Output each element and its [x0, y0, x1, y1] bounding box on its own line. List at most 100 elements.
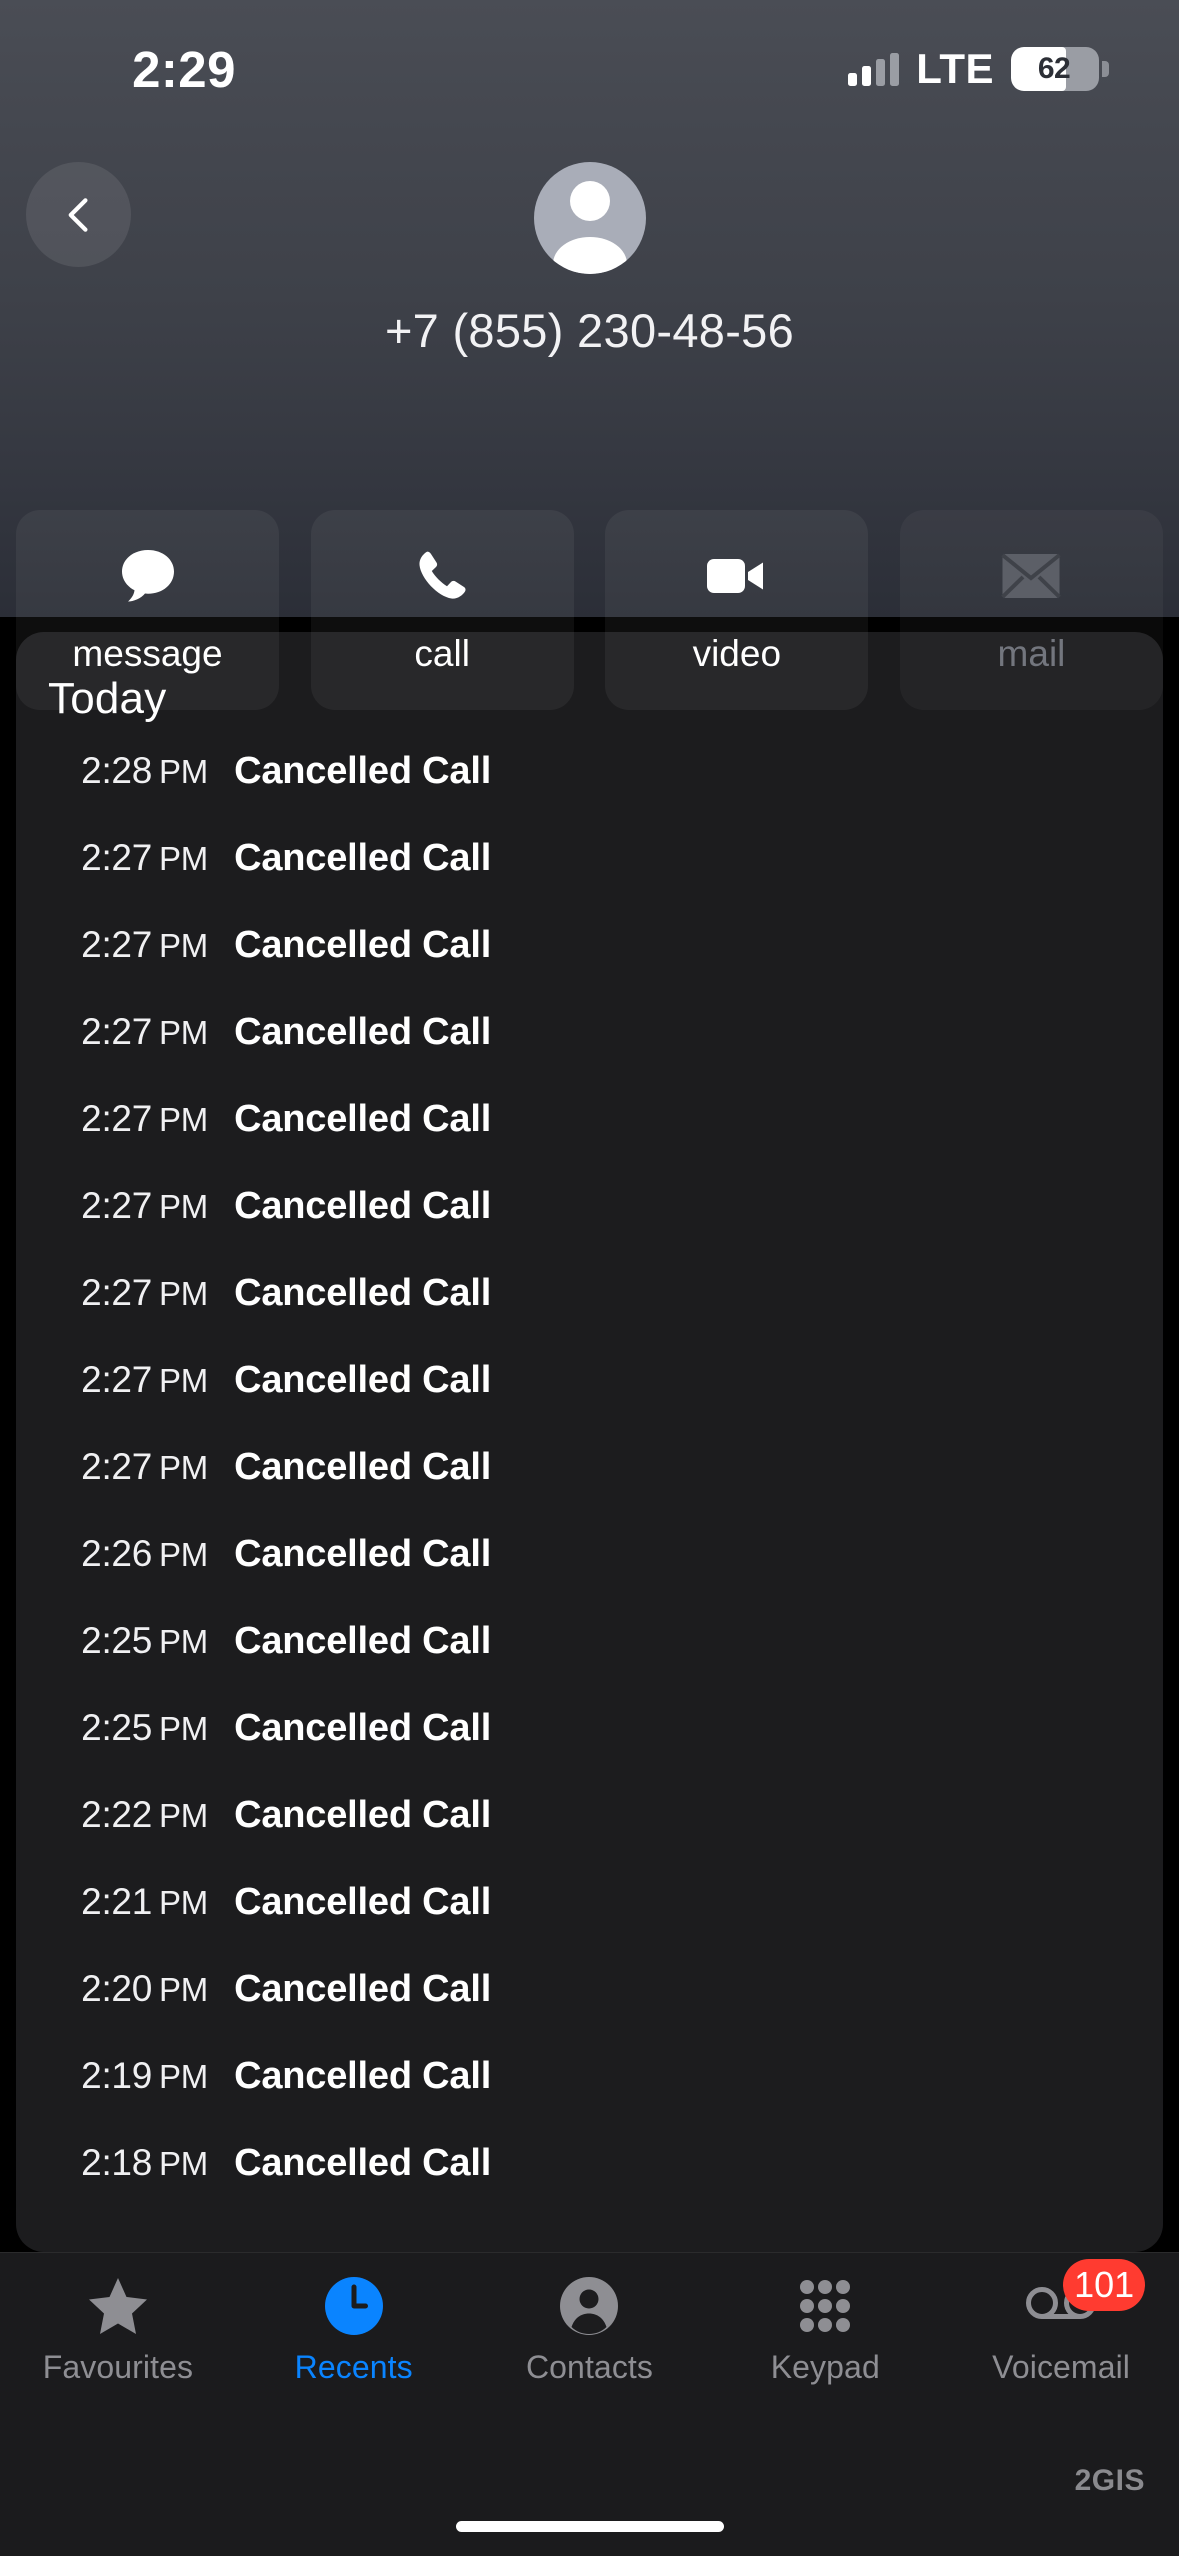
- call-list-item[interactable]: 2:20 PM Cancelled Call: [16, 1968, 1163, 2055]
- clock-icon: [323, 2273, 385, 2339]
- call-list-item[interactable]: 2:27 PM Cancelled Call: [16, 1185, 1163, 1272]
- call-list-item[interactable]: 2:18 PM Cancelled Call: [16, 2142, 1163, 2229]
- call-time: 2:27: [81, 1098, 152, 1139]
- call-list-item[interactable]: 2:26 PM Cancelled Call: [16, 1533, 1163, 1620]
- call-time: 2:18: [81, 2142, 152, 2183]
- call-time: 2:19: [81, 2055, 152, 2096]
- call-list-item[interactable]: 2:25 PM Cancelled Call: [16, 1620, 1163, 1707]
- message-action-label: message: [72, 633, 223, 674]
- call-status-label: Cancelled Call: [234, 1794, 492, 1836]
- call-list-item[interactable]: 2:28 PM Cancelled Call: [16, 750, 1163, 837]
- call-list-item[interactable]: 2:25 PM Cancelled Call: [16, 1707, 1163, 1794]
- tab-label-voicemail: Voicemail: [992, 2349, 1131, 2385]
- call-status-label: Cancelled Call: [234, 2055, 492, 2097]
- call-ampm: PM: [159, 2058, 209, 2095]
- call-list-item[interactable]: 2:27 PM Cancelled Call: [16, 924, 1163, 1011]
- tab-voicemail[interactable]: 101 Voicemail: [943, 2259, 1179, 2386]
- call-ampm: PM: [159, 1014, 209, 1051]
- call-list-item[interactable]: 2:27 PM Cancelled Call: [16, 1011, 1163, 1098]
- call-time: 2:27: [81, 924, 152, 965]
- recents-list-container: Today 2:28 PM Cancelled Call 2:27 PM Can…: [0, 617, 1179, 2252]
- tab-favourites[interactable]: Favourites: [0, 2273, 236, 2386]
- call-list-item[interactable]: 2:27 PM Cancelled Call: [16, 837, 1163, 924]
- video-camera-icon: [705, 545, 769, 607]
- phone-handset-icon: [413, 545, 471, 607]
- mail-action-label: mail: [997, 633, 1066, 674]
- keypad-dots-icon: [794, 2273, 856, 2339]
- call-status-label: Cancelled Call: [234, 1533, 492, 1575]
- call-ampm: PM: [159, 1362, 209, 1399]
- call-time: 2:25: [81, 1620, 152, 1661]
- call-status-label: Cancelled Call: [234, 1968, 492, 2010]
- call-ampm: PM: [159, 1971, 209, 2008]
- call-time: 2:27: [81, 1011, 152, 1052]
- call-ampm: PM: [159, 2145, 209, 2182]
- call-list-item[interactable]: 2:27 PM Cancelled Call: [16, 1446, 1163, 1533]
- tab-contacts[interactable]: Contacts: [472, 2273, 708, 2386]
- person-icon: [558, 2273, 620, 2339]
- contact-identity: +7 (855) 230-48-56: [0, 162, 1179, 358]
- status-bar: 2:29 LTE 62: [0, 0, 1179, 120]
- status-bar-time: 2:29: [132, 40, 236, 98]
- call-ampm: PM: [159, 1797, 209, 1834]
- call-status-label: Cancelled Call: [234, 1881, 492, 1923]
- call-status-label: Cancelled Call: [234, 837, 492, 879]
- call-time: 2:26: [81, 1533, 152, 1574]
- call-action-button[interactable]: call: [310, 510, 574, 710]
- app-watermark: 2GIS: [1074, 2464, 1145, 2497]
- tab-label-contacts: Contacts: [525, 2349, 654, 2385]
- call-action-label: call: [414, 633, 470, 674]
- call-ampm: PM: [159, 1449, 209, 1486]
- call-ampm: PM: [159, 1188, 209, 1225]
- bottom-tab-bar: Favourites Recents Contacts Keypad 101 V…: [0, 2252, 1179, 2460]
- battery-percent-label: 62: [1037, 52, 1071, 85]
- call-list-item[interactable]: 2:22 PM Cancelled Call: [16, 1794, 1163, 1881]
- call-ampm: PM: [159, 1884, 209, 1921]
- call-ampm: PM: [159, 1710, 209, 1747]
- call-status-label: Cancelled Call: [234, 1272, 492, 1314]
- contact-action-buttons: message call video mail: [0, 510, 1179, 710]
- call-ampm: PM: [159, 1623, 209, 1660]
- call-status-label: Cancelled Call: [234, 2142, 492, 2184]
- envelope-icon: [1000, 545, 1062, 607]
- call-list-item[interactable]: 2:27 PM Cancelled Call: [16, 1359, 1163, 1446]
- phone-contact-detail-screen: 2:29 LTE 62 +7 (855) 230-48-56 message c…: [0, 0, 1179, 2556]
- tab-label-recents: Recents: [294, 2349, 413, 2385]
- call-time: 2:28: [81, 750, 152, 791]
- call-list-item[interactable]: 2:27 PM Cancelled Call: [16, 1098, 1163, 1185]
- call-ampm: PM: [159, 1275, 209, 1312]
- call-time: 2:27: [81, 837, 152, 878]
- voicemail-badge: 101: [1063, 2259, 1146, 2311]
- tab-label-favourites: Favourites: [42, 2349, 194, 2385]
- message-action-button[interactable]: message: [16, 510, 279, 710]
- call-list-item[interactable]: 2:27 PM Cancelled Call: [16, 1272, 1163, 1359]
- video-action-button[interactable]: video: [605, 510, 869, 710]
- message-bubble-icon: [117, 545, 179, 607]
- call-ampm: PM: [159, 840, 209, 877]
- contact-header: 2:29 LTE 62 +7 (855) 230-48-56 message c…: [0, 0, 1179, 710]
- call-list-item[interactable]: 2:19 PM Cancelled Call: [16, 2055, 1163, 2142]
- person-avatar-icon[interactable]: [533, 162, 646, 274]
- call-status-label: Cancelled Call: [234, 1620, 492, 1662]
- call-time: 2:22: [81, 1794, 152, 1835]
- call-status-label: Cancelled Call: [234, 1011, 492, 1053]
- tab-recents[interactable]: Recents: [236, 2273, 472, 2386]
- call-ampm: PM: [159, 753, 209, 790]
- voicemail-tape-icon: 101: [1025, 2259, 1146, 2339]
- call-status-label: Cancelled Call: [234, 750, 492, 792]
- call-ampm: PM: [159, 1536, 209, 1573]
- tab-keypad[interactable]: Keypad: [707, 2273, 943, 2386]
- call-time: 2:25: [81, 1707, 152, 1748]
- home-indicator[interactable]: [455, 2521, 724, 2532]
- call-time: 2:27: [81, 1359, 152, 1400]
- call-time: 2:27: [81, 1446, 152, 1487]
- call-ampm: PM: [159, 927, 209, 964]
- contact-phone-number: +7 (855) 230-48-56: [384, 304, 795, 357]
- call-time: 2:21: [81, 1881, 152, 1922]
- call-status-label: Cancelled Call: [234, 1359, 492, 1401]
- call-status-label: Cancelled Call: [234, 1185, 492, 1227]
- recents-list-card: Today 2:28 PM Cancelled Call 2:27 PM Can…: [16, 632, 1163, 2252]
- cellular-signal-icon: [848, 52, 900, 86]
- battery-tip: [1102, 61, 1109, 77]
- call-list-item[interactable]: 2:21 PM Cancelled Call: [16, 1881, 1163, 1968]
